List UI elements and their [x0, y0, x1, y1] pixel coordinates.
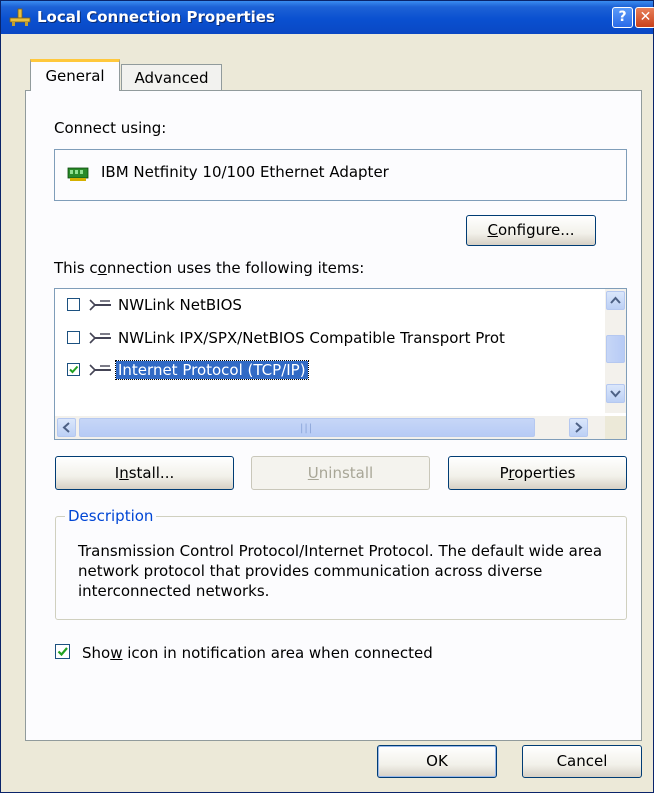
show-icon-label-key: w — [110, 644, 123, 662]
list-item[interactable]: NWLink IPX/SPX/NetBIOS Compatible Transp… — [55, 327, 595, 351]
horizontal-scroll-thumb[interactable]: ||| — [79, 418, 535, 437]
close-icon: ✕ — [639, 9, 652, 25]
help-icon: ? — [618, 9, 627, 25]
list-item[interactable]: NWLink NetBIOS — [55, 294, 595, 318]
adapter-name: IBM Netfinity 10/100 Ethernet Adapter — [101, 163, 389, 181]
install-label-post: stall... — [128, 464, 175, 482]
tab-general[interactable]: General — [30, 59, 120, 91]
checkmark-icon — [57, 647, 68, 657]
connect-using-label: Connect using: — [54, 119, 167, 137]
items-label-pre: This c — [54, 259, 98, 277]
protocol-icon — [89, 364, 111, 376]
scrollbar-corner — [605, 416, 626, 439]
scroll-down-button[interactable] — [606, 384, 625, 403]
network-connection-icon — [9, 8, 31, 26]
configure-label-post: onfigure... — [497, 221, 575, 239]
checkmark-icon — [69, 365, 79, 374]
uninstall-label-post: ninstall — [318, 464, 374, 482]
help-button[interactable]: ? — [612, 7, 633, 28]
components-list[interactable]: NWLink NetBIOS NWLink IPX/SPX/NetBIOS Co… — [54, 288, 627, 440]
configure-label-key: C — [487, 221, 498, 239]
show-icon-label[interactable]: Show icon in notification area when conn… — [82, 644, 433, 662]
chevron-right-icon — [575, 422, 583, 433]
items-label-key: o — [97, 259, 107, 277]
protocol-icon — [89, 332, 111, 344]
item-checkbox[interactable] — [67, 331, 80, 344]
ok-button[interactable]: OK — [377, 745, 497, 778]
uninstall-label-key: U — [307, 464, 319, 482]
item-checkbox[interactable] — [67, 298, 80, 311]
show-icon-label-post: icon in notification area when connected — [122, 644, 433, 662]
properties-dialog: Local Connection Properties ? ✕ General … — [0, 0, 654, 793]
protocol-icon — [89, 299, 111, 311]
scroll-right-button[interactable] — [569, 418, 588, 437]
item-checkbox-checked[interactable] — [67, 363, 80, 376]
properties-button[interactable]: Properties — [448, 456, 627, 490]
close-button[interactable]: ✕ — [635, 7, 654, 28]
title-bar[interactable]: Local Connection Properties ? ✕ — [1, 1, 654, 34]
description-text: Transmission Control Protocol/Internet P… — [78, 542, 603, 600]
window-title: Local Connection Properties — [37, 8, 275, 26]
vertical-scrollbar[interactable] — [605, 289, 626, 413]
horizontal-scrollbar[interactable]: ||| — [55, 416, 606, 439]
cancel-button[interactable]: Cancel — [522, 745, 642, 778]
adapter-field: IBM Netfinity 10/100 Ethernet Adapter — [54, 149, 627, 201]
uninstall-button: Uninstall — [251, 456, 430, 490]
install-button[interactable]: Install... — [55, 456, 234, 490]
properties-label-post: operties — [514, 464, 576, 482]
chevron-up-icon — [610, 296, 621, 304]
configure-button[interactable]: Configure... — [466, 215, 596, 246]
network-adapter-icon — [67, 167, 89, 181]
tab-advanced[interactable]: Advanced — [121, 64, 222, 91]
show-icon-checkbox[interactable] — [55, 644, 70, 659]
item-label: NWLink IPX/SPX/NetBIOS Compatible Transp… — [118, 329, 505, 347]
install-label-key: n — [119, 464, 129, 482]
grip-icon: ||| — [300, 423, 314, 434]
items-label: This connection uses the following items… — [54, 259, 364, 277]
item-label: Internet Protocol (TCP/IP) — [115, 360, 309, 380]
scroll-left-button[interactable] — [57, 418, 76, 437]
item-label: NWLink NetBIOS — [118, 296, 242, 314]
vertical-scroll-thumb[interactable] — [606, 335, 625, 363]
chevron-left-icon — [62, 422, 70, 433]
chevron-down-icon — [610, 390, 621, 398]
description-title: Description — [65, 507, 157, 525]
items-label-post: nnection uses the following items: — [106, 259, 365, 277]
show-icon-label-pre: Sho — [82, 644, 111, 662]
list-item-selected[interactable]: Internet Protocol (TCP/IP) — [55, 359, 595, 383]
scroll-up-button[interactable] — [606, 291, 625, 310]
